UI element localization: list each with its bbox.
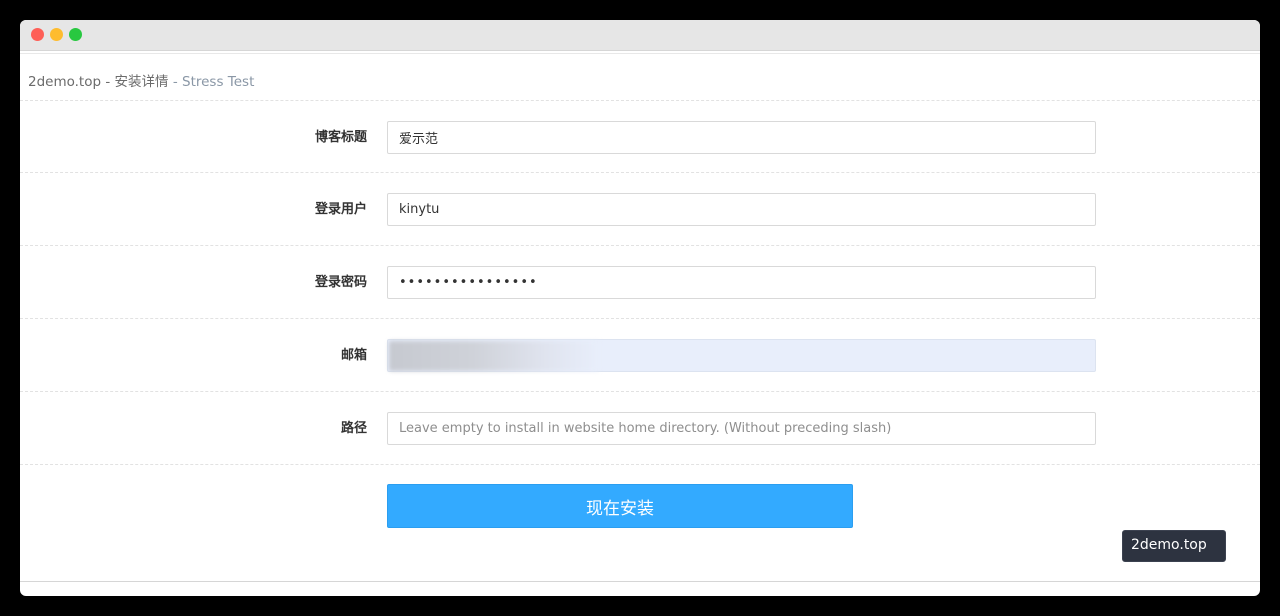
blog-title-label: 博客标题 [314,130,367,145]
browser-window: 2demo.top - 安装详情 - Stress Test 博客标题 登录用户… [20,20,1260,596]
form-row-email: 邮箱 [20,319,1260,392]
page-title-site: 2demo.top [28,74,102,90]
blog-title-input[interactable] [387,121,1096,154]
watermark-badge: 2demo.top [1122,530,1226,562]
login-user-input[interactable] [387,193,1096,226]
email-input[interactable] [387,339,1096,372]
close-window-icon[interactable] [31,28,44,41]
form-row-blog-title: 博客标题 [20,100,1260,173]
login-user-label: 登录用户 [314,202,367,217]
page-title-separator: - [101,74,115,90]
page-title: 2demo.top - 安装详情 - Stress Test [28,70,254,90]
form-row-login-password: 登录密码 [20,246,1260,319]
email-label: 邮箱 [340,348,367,363]
minimize-window-icon[interactable] [50,28,63,41]
window-titlebar [20,20,1260,51]
maximize-window-icon[interactable] [69,28,82,41]
form-row-login-user: 登录用户 [20,173,1260,246]
path-label: 路径 [340,421,367,436]
login-password-input[interactable] [387,266,1096,299]
footer-divider [20,581,1260,582]
form-row-path: 路径 [20,392,1260,465]
page-title-main: 安装详情 [114,74,169,90]
login-password-label: 登录密码 [314,275,367,290]
install-now-button[interactable]: 现在安装 [387,484,853,528]
page-title-app: Stress Test [182,74,255,90]
page-title-separator: - [168,74,182,90]
path-input[interactable] [387,412,1096,445]
header-divider [20,51,1260,54]
